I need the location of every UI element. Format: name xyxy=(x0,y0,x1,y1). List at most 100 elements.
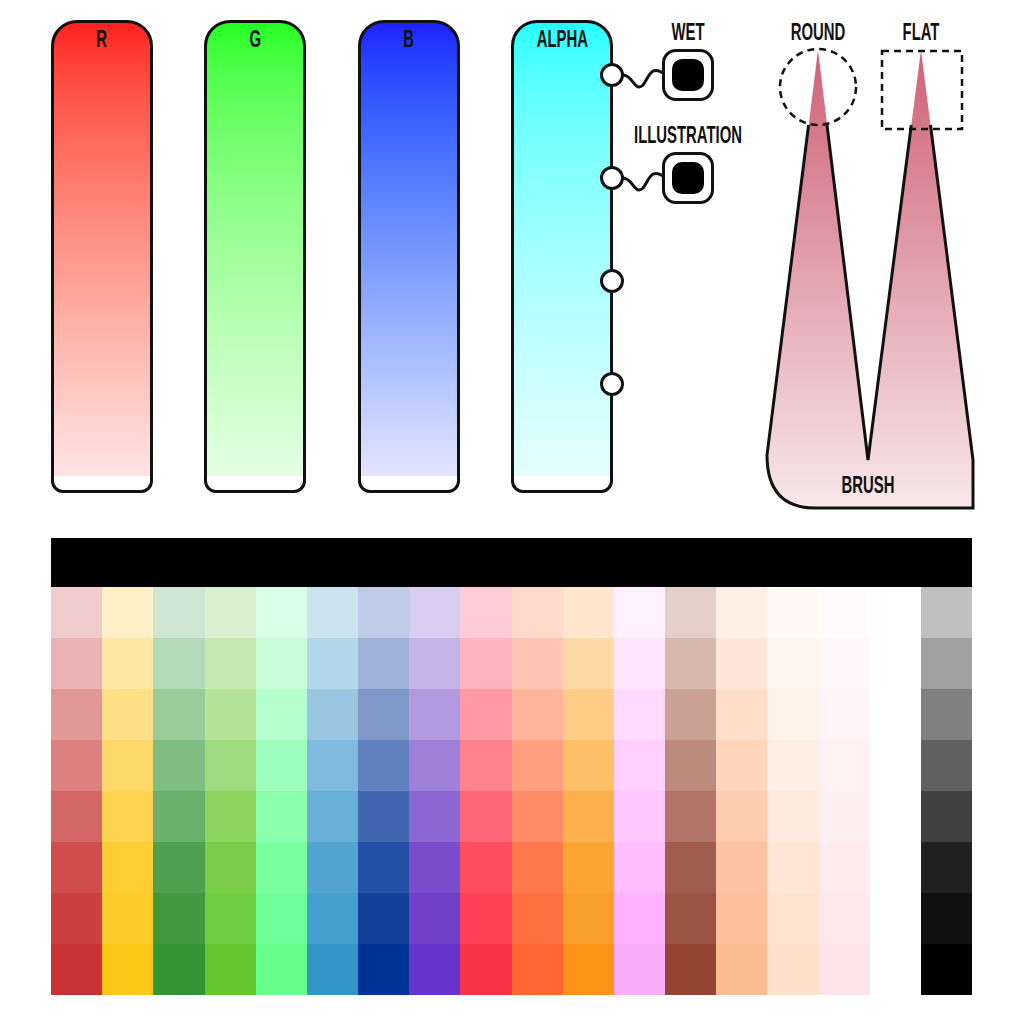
color-swatch[interactable] xyxy=(307,791,358,842)
color-swatch[interactable] xyxy=(819,842,870,893)
color-swatch[interactable] xyxy=(51,587,102,638)
color-swatch[interactable] xyxy=(716,791,767,842)
color-swatch[interactable] xyxy=(665,944,716,995)
color-swatch[interactable] xyxy=(512,791,563,842)
color-swatch[interactable] xyxy=(665,893,716,944)
color-swatch[interactable] xyxy=(460,944,511,995)
color-swatch[interactable] xyxy=(921,740,972,791)
color-swatch[interactable] xyxy=(716,689,767,740)
color-swatch[interactable] xyxy=(716,740,767,791)
color-swatch[interactable] xyxy=(614,740,665,791)
color-swatch[interactable] xyxy=(563,893,614,944)
color-swatch[interactable] xyxy=(512,587,563,638)
color-swatch[interactable] xyxy=(921,893,972,944)
color-swatch[interactable] xyxy=(409,944,460,995)
color-slider[interactable]: B xyxy=(358,20,460,493)
color-swatch[interactable] xyxy=(102,740,153,791)
color-swatch[interactable] xyxy=(870,842,921,893)
color-swatch[interactable] xyxy=(921,791,972,842)
color-swatch[interactable] xyxy=(256,638,307,689)
color-swatch[interactable] xyxy=(409,791,460,842)
brush-icon[interactable]: ROUNDFLATBRUSH xyxy=(763,0,978,510)
color-swatch[interactable] xyxy=(51,791,102,842)
color-swatch[interactable] xyxy=(716,944,767,995)
color-swatch[interactable] xyxy=(409,740,460,791)
color-swatch[interactable] xyxy=(256,893,307,944)
color-swatch[interactable] xyxy=(921,842,972,893)
color-swatch[interactable] xyxy=(153,842,204,893)
color-swatch[interactable] xyxy=(51,638,102,689)
color-swatch[interactable] xyxy=(819,587,870,638)
color-swatch[interactable] xyxy=(51,740,102,791)
round-tip-icon[interactable] xyxy=(780,49,856,125)
color-swatch[interactable] xyxy=(153,791,204,842)
color-swatch[interactable] xyxy=(409,689,460,740)
color-swatch[interactable] xyxy=(563,689,614,740)
color-swatch[interactable] xyxy=(767,893,818,944)
flat-tip-icon[interactable] xyxy=(882,51,962,129)
color-swatch[interactable] xyxy=(614,689,665,740)
color-swatch[interactable] xyxy=(256,587,307,638)
color-swatch[interactable] xyxy=(819,893,870,944)
color-swatch[interactable] xyxy=(358,740,409,791)
color-swatch[interactable] xyxy=(512,689,563,740)
color-swatch[interactable] xyxy=(307,944,358,995)
color-swatch[interactable] xyxy=(921,638,972,689)
color-swatch[interactable] xyxy=(614,638,665,689)
color-swatch[interactable] xyxy=(51,842,102,893)
color-swatch[interactable] xyxy=(102,944,153,995)
color-swatch[interactable] xyxy=(307,893,358,944)
color-swatch[interactable] xyxy=(256,791,307,842)
color-swatch[interactable] xyxy=(307,689,358,740)
color-swatch[interactable] xyxy=(153,944,204,995)
color-swatch[interactable] xyxy=(512,638,563,689)
color-swatch[interactable] xyxy=(358,587,409,638)
color-swatch[interactable] xyxy=(205,587,256,638)
color-swatch[interactable] xyxy=(205,944,256,995)
color-swatch[interactable] xyxy=(665,689,716,740)
color-swatch[interactable] xyxy=(153,587,204,638)
color-swatch[interactable] xyxy=(767,842,818,893)
color-swatch[interactable] xyxy=(51,893,102,944)
color-swatch[interactable] xyxy=(512,893,563,944)
color-swatch[interactable] xyxy=(870,638,921,689)
color-swatch[interactable] xyxy=(205,893,256,944)
color-swatch[interactable] xyxy=(870,893,921,944)
color-swatch[interactable] xyxy=(460,638,511,689)
color-swatch[interactable] xyxy=(614,893,665,944)
port[interactable] xyxy=(600,166,624,190)
color-slider[interactable]: ALPHAWETILLUSTRATION xyxy=(511,20,613,493)
color-swatch[interactable] xyxy=(409,842,460,893)
color-swatch[interactable] xyxy=(358,944,409,995)
color-swatch[interactable] xyxy=(870,944,921,995)
color-swatch[interactable] xyxy=(665,740,716,791)
color-swatch[interactable] xyxy=(665,587,716,638)
color-swatch[interactable] xyxy=(921,944,972,995)
color-swatch[interactable] xyxy=(563,740,614,791)
color-swatch[interactable] xyxy=(716,587,767,638)
color-swatch[interactable] xyxy=(256,689,307,740)
color-swatch[interactable] xyxy=(205,638,256,689)
color-swatch[interactable] xyxy=(256,944,307,995)
color-swatch[interactable] xyxy=(358,842,409,893)
color-swatch[interactable] xyxy=(358,791,409,842)
color-swatch[interactable] xyxy=(460,893,511,944)
color-swatch[interactable] xyxy=(614,944,665,995)
color-swatch[interactable] xyxy=(870,740,921,791)
color-swatch[interactable] xyxy=(307,638,358,689)
color-swatch[interactable] xyxy=(358,689,409,740)
color-swatch[interactable] xyxy=(819,791,870,842)
color-swatch[interactable] xyxy=(665,638,716,689)
color-swatch[interactable] xyxy=(51,689,102,740)
color-swatch[interactable] xyxy=(256,842,307,893)
color-swatch[interactable] xyxy=(102,689,153,740)
color-swatch[interactable] xyxy=(819,638,870,689)
color-swatch[interactable] xyxy=(563,944,614,995)
color-swatch[interactable] xyxy=(205,689,256,740)
color-swatch[interactable] xyxy=(665,842,716,893)
color-swatch[interactable] xyxy=(205,791,256,842)
color-swatch[interactable] xyxy=(460,587,511,638)
color-swatch[interactable] xyxy=(819,689,870,740)
color-swatch[interactable] xyxy=(921,689,972,740)
port[interactable] xyxy=(600,269,624,293)
